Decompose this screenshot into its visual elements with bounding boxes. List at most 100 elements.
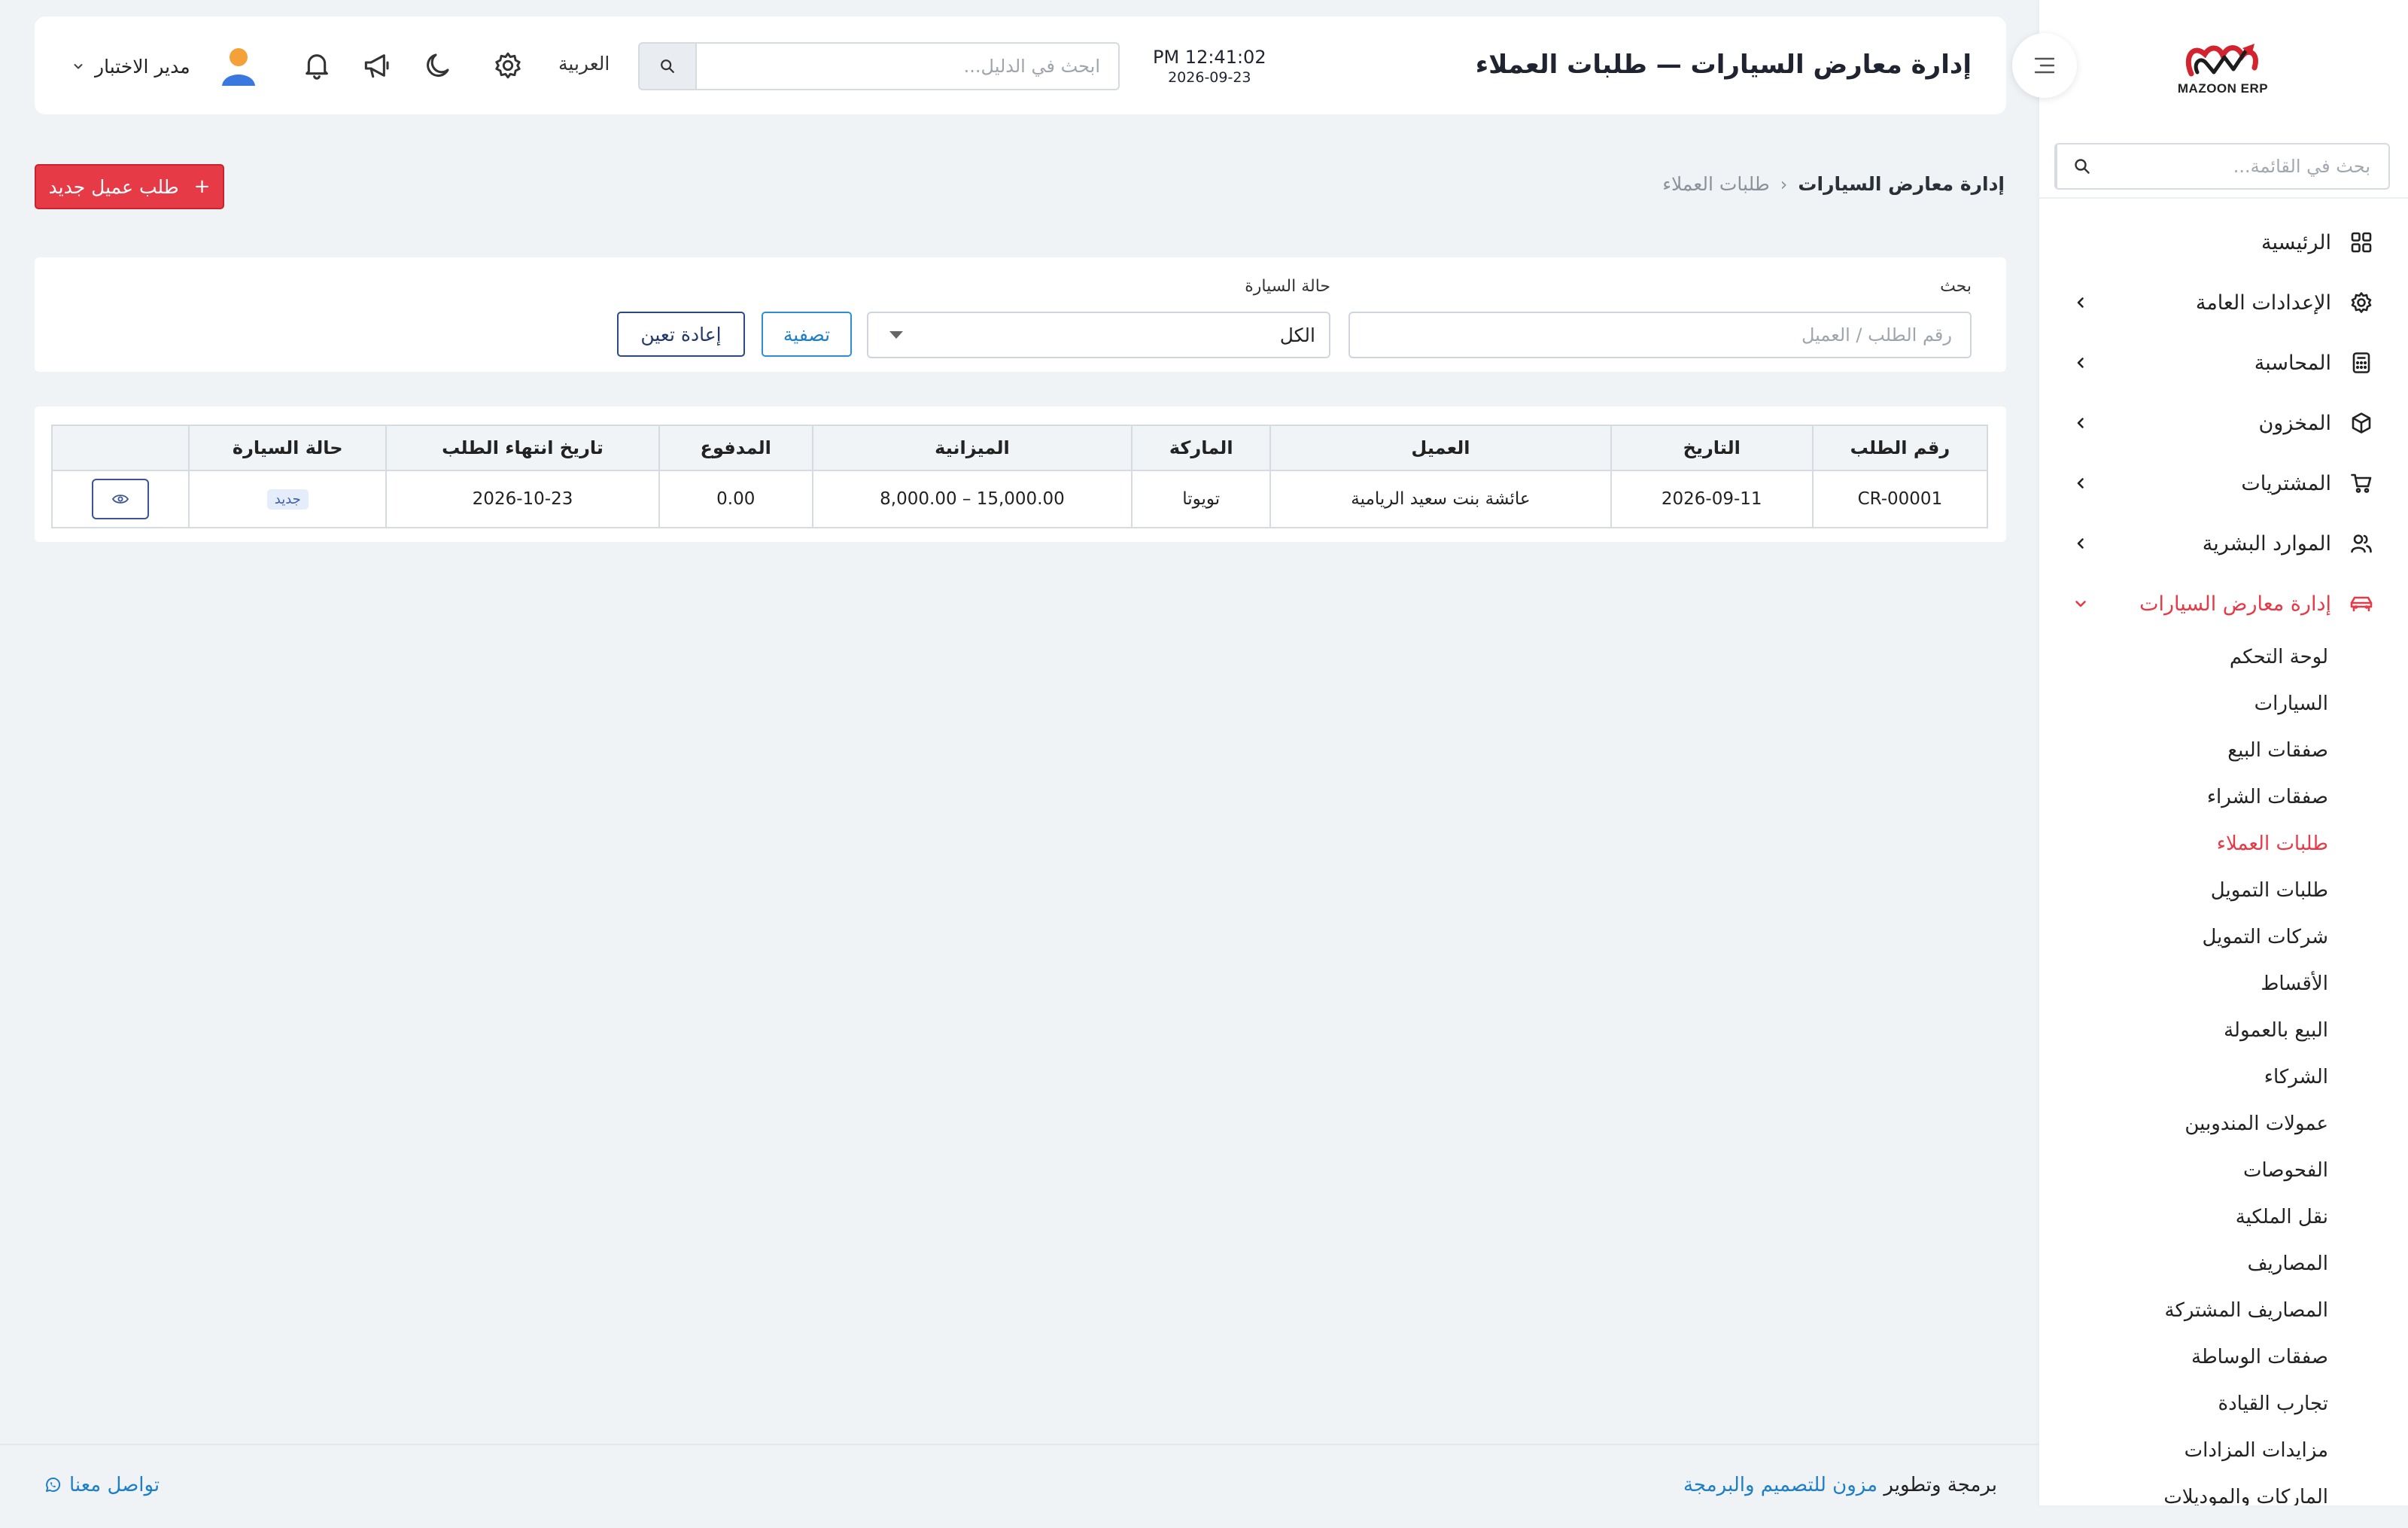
notifications-button[interactable] [298,47,336,84]
moon-icon [427,53,449,78]
logo-mark-icon [2185,44,2258,77]
sidebar-subitem-brokerage-deals[interactable]: صفقات الوساطة [2039,1334,2408,1380]
sidebar-subitem-inspections[interactable]: الفحوصات [2039,1147,2408,1194]
footer-credit-link[interactable]: مزون للتصميم والبرمجة [1683,1474,1877,1496]
table-header-row: رقم الطلب التاريخ العميل الماركة الميزان… [50,425,1989,471]
breadcrumb-root[interactable]: إدارة معارض السيارات [1798,173,2005,195]
cell-date: 2026-09-11 [1610,470,1814,528]
sidebar-subitem-installments[interactable]: الأقساط [2039,960,2408,1007]
filter-panel: بحث حالة السيارة الكل تصفية إعادة تعين [35,257,2006,372]
dark-mode-button[interactable] [420,47,458,84]
page-title: إدارة معارض السيارات — طلبات العملاء [1475,50,1972,80]
breadcrumb-current: طلبات العملاء [1662,173,1770,195]
request-search-input[interactable] [1348,312,1972,358]
sidebar-subitem-finance-companies[interactable]: شركات التمويل [2039,914,2408,960]
chevron-left-icon[interactable] [2069,472,2092,495]
breadcrumb: إدارة معارض السيارات ‹ طلبات العملاء [1662,173,2005,195]
car-status-value: الكل [1279,324,1315,346]
user-menu[interactable]: مدير الاختبار [72,45,258,87]
sidebar-item-hr[interactable]: الموارد البشرية [2039,513,2408,574]
sidebar-item-general-settings[interactable]: الإعدادات العامة [2039,272,2408,333]
requests-table-card: رقم الطلب التاريخ العميل الماركة الميزان… [35,406,2006,542]
footer-divider [0,1444,2039,1445]
contact-us-link[interactable]: تواصل معنا [44,1474,160,1496]
cell-budget: 8,000.00 – 15,000.00 [811,470,1133,528]
grid-icon [2348,229,2375,256]
header-search-input[interactable] [695,42,1120,90]
sidebar-item-accounting[interactable]: المحاسبة [2039,333,2408,393]
column-header-status[interactable]: حالة السيارة [188,425,388,471]
chevron-left-icon[interactable] [2069,291,2092,314]
sidebar-item-car-showrooms[interactable]: إدارة معارض السيارات [2039,574,2408,634]
user-avatar-icon [221,48,255,86]
sidebar-subitem-cars[interactable]: السيارات [2039,680,2408,727]
sidebar-subitem-dashboard[interactable]: لوحة التحكم [2039,634,2408,680]
sidebar-subitem-sales-deals[interactable]: صفقات البيع [2039,727,2408,774]
search-icon[interactable] [2056,145,2107,188]
eye-icon [112,495,129,504]
caret-down-icon [889,331,903,339]
column-header-customer[interactable]: العميل [1269,425,1612,471]
sidebar-item-label: المخزون [2258,411,2331,435]
gear-icon [495,52,521,79]
announcements-button[interactable] [358,47,396,84]
car-status-label: حالة السيارة [1245,277,1330,296]
column-header-brand[interactable]: الماركة [1131,425,1272,471]
breadcrumb-separator: ‹ [1780,173,1788,195]
column-header-paid[interactable]: المدفوع [658,425,813,471]
column-header-actions [50,425,190,471]
search-icon [661,59,674,73]
chevron-left-icon[interactable] [2069,412,2092,434]
chevron-down-icon[interactable] [2069,592,2092,615]
car-status-select[interactable]: الكل [867,312,1330,358]
column-header-number[interactable]: رقم الطلب [1811,425,1989,471]
language-switcher[interactable]: العربية [558,53,610,75]
column-header-date[interactable]: التاريخ [1610,425,1814,471]
calculator-icon [2348,349,2375,376]
sidebar-subitem-brands-models[interactable]: الماركات والموديلات [2039,1474,2408,1505]
chevron-left-icon[interactable] [2069,532,2092,555]
cell-actions [50,470,190,528]
chevron-down-icon[interactable] [72,60,84,72]
sidebar-item-purchases[interactable]: المشتريات [2039,453,2408,513]
whatsapp-icon [46,1478,61,1492]
megaphone-icon [364,54,389,78]
sidebar-item-inventory[interactable]: المخزون [2039,393,2408,453]
bell-icon [306,54,328,80]
sidebar-subitem-purchase-deals[interactable]: صفقات الشراء [2039,774,2408,820]
sidebar-subitem-agent-commissions[interactable]: عمولات المندوبين [2039,1100,2408,1147]
sidebar-subitem-customer-requests[interactable]: طلبات العملاء [2039,820,2408,867]
users-icon [2348,530,2375,557]
header-search[interactable] [638,42,1120,90]
sidebar-item-label: الموارد البشرية [2202,531,2331,555]
new-customer-request-button[interactable]: + طلب عميل جديد [35,164,224,209]
sidebar-subitem-shared-expenses[interactable]: المصاريف المشتركة [2039,1287,2408,1334]
sidebar-search[interactable] [2054,143,2390,190]
chevron-left-icon[interactable] [2069,352,2092,374]
cell-paid: 0.00 [658,470,813,528]
sidebar-subitem-commission-sales[interactable]: البيع بالعمولة [2039,1007,2408,1054]
sidebar-item-label: المشتريات [2241,471,2331,495]
sidebar-subitem-test-drives[interactable]: تجارب القيادة [2039,1380,2408,1427]
filter-button[interactable]: تصفية [762,312,852,357]
cart-icon [2348,470,2375,497]
sidebar-subitem-expenses[interactable]: المصاريف [2039,1240,2408,1287]
avatar[interactable] [219,45,258,87]
sidebar-subitem-auction-bids[interactable]: مزايدات المزادات [2039,1427,2408,1474]
view-button[interactable] [92,479,150,519]
settings-button[interactable] [489,47,527,84]
column-header-budget[interactable]: الميزانية [811,425,1133,471]
column-header-end-date[interactable]: تاريخ انتهاء الطلب [385,425,660,471]
sidebar-subitem-partners[interactable]: الشركاء [2039,1054,2408,1100]
sidebar: MAZOON ERP الرئيسية الإعدادات العامة [2039,0,2408,1505]
contact-us-label: تواصل معنا [69,1474,160,1496]
new-customer-request-label: طلب عميل جديد [48,175,179,198]
reset-button[interactable]: إعادة تعين [617,312,745,357]
search-button[interactable] [638,42,695,90]
sidebar-search-input[interactable] [2107,145,2388,188]
sidebar-subitem-ownership-transfer[interactable]: نقل الملكية [2039,1194,2408,1240]
table-row[interactable]: CR-00001 2026-09-11 عائشة بنت سعيد الريا… [50,470,1989,528]
sidebar-subitem-finance-requests[interactable]: طلبات التمويل [2039,867,2408,914]
sidebar-toggle-button[interactable] [2012,33,2077,98]
sidebar-item-home[interactable]: الرئيسية [2039,212,2408,272]
